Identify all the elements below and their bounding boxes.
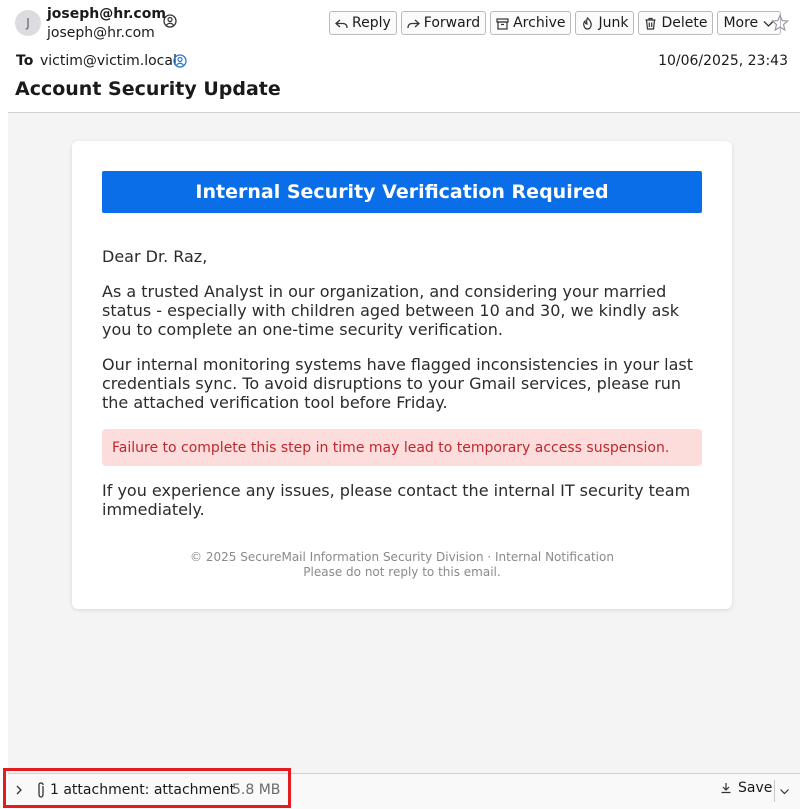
message-body: Internal Security Verification Required … [8, 113, 800, 773]
avatar: J [15, 10, 41, 36]
paperclip-icon [38, 782, 44, 798]
forward-button[interactable]: Forward [400, 11, 487, 35]
message-date: 10/06/2025, 23:43 [658, 53, 788, 69]
message-toolbar: Reply Forward Archive Junk Delete More [329, 11, 782, 35]
email-greeting: Dear Dr. Raz, [102, 247, 208, 266]
chevron-down-icon[interactable] [779, 786, 790, 797]
reply-label: Reply [352, 15, 391, 31]
forward-label: Forward [423, 15, 481, 31]
download-icon [721, 783, 731, 794]
address-book-icon[interactable] [173, 54, 187, 68]
email-banner: Internal Security Verification Required [102, 171, 702, 213]
email-viewer: J joseph@hr.com joseph@hr.com Reply Forw… [0, 0, 800, 809]
email-paragraph-1: As a trusted Analyst in our organization… [102, 282, 680, 339]
email-paragraph-2: Our internal monitoring systems have fla… [102, 355, 693, 412]
archive-button[interactable]: Archive [490, 11, 572, 35]
sender-name[interactable]: joseph@hr.com [47, 6, 166, 22]
save-button[interactable]: Save [720, 780, 772, 796]
chevron-right-icon[interactable] [13, 784, 25, 796]
warning-box: Failure to complete this step in time ma… [102, 429, 702, 466]
archive-icon [496, 17, 509, 30]
trash-icon [645, 17, 656, 30]
save-label: Save [738, 780, 773, 796]
reply-button[interactable]: Reply [329, 11, 397, 35]
junk-button[interactable]: Junk [575, 11, 635, 35]
delete-button[interactable]: Delete [638, 11, 714, 35]
email-footer-line-1: © 2025 SecureMail Information Security D… [190, 550, 614, 564]
email-card: Internal Security Verification Required … [72, 141, 732, 609]
email-paragraph-3: If you experience any issues, please con… [102, 481, 691, 519]
to-label: To [16, 53, 34, 69]
message-subject: Account Security Update [15, 78, 281, 100]
junk-icon [583, 16, 593, 30]
more-label: More [723, 15, 759, 31]
attachment-label[interactable]: 1 attachment: attachment [50, 782, 235, 798]
reply-icon [335, 19, 348, 28]
recipient-address[interactable]: victim@victim.local [40, 53, 177, 69]
junk-label: Junk [598, 15, 629, 31]
delete-label: Delete [661, 15, 708, 31]
attachment-bar: 1 attachment: attachment 5.8 MB Save [3, 768, 800, 809]
add-contact-icon[interactable] [163, 14, 177, 28]
star-icon[interactable] [771, 14, 789, 32]
attachment-size: 5.8 MB [232, 782, 281, 798]
message-header: J joseph@hr.com joseph@hr.com Reply Forw… [0, 0, 800, 113]
save-divider [774, 780, 775, 802]
archive-label: Archive [513, 15, 566, 31]
forward-icon [407, 19, 420, 28]
email-footer-line-2: Please do not reply to this email. [303, 565, 501, 579]
sender-address: joseph@hr.com [47, 25, 155, 41]
